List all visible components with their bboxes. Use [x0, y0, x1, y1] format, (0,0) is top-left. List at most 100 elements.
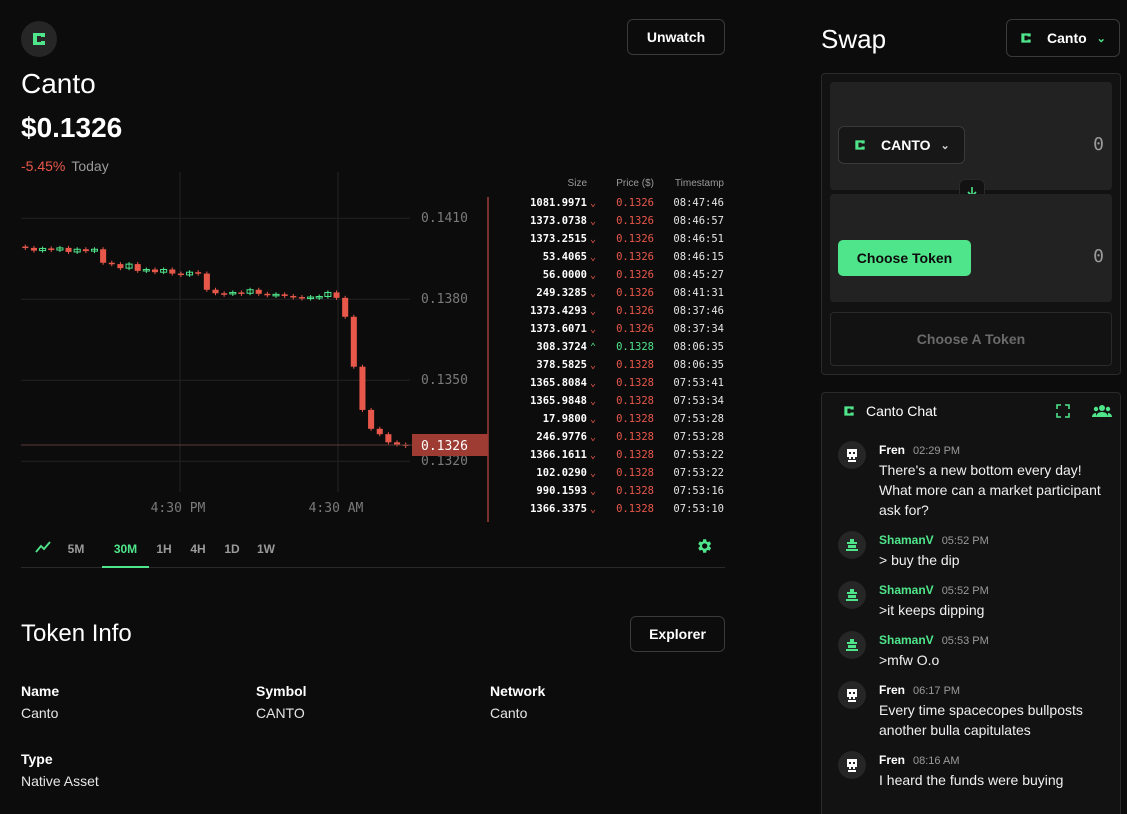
trade-size: 308.3724	[536, 341, 587, 353]
chevron-down-icon: ⌄	[589, 305, 597, 317]
swap-panel: CANTO ⌄ 0 Choose Token 0 Choose A Token	[821, 73, 1121, 375]
choose-token-button[interactable]: Choose Token	[838, 240, 971, 276]
chevron-down-icon: ⌄	[589, 395, 597, 407]
chain-select[interactable]: Canto ⌄	[1006, 19, 1120, 57]
chevron-down-icon: ⌄	[589, 197, 597, 209]
trade-row: 990.1593 ⌄ 0.1328 07:53:16	[490, 482, 730, 500]
explorer-button[interactable]: Explorer	[630, 616, 725, 652]
line-chart-icon[interactable]	[34, 538, 52, 556]
trade-timestamp: 07:53:10	[673, 503, 724, 515]
chat-message-header: Fren 08:16 AM	[879, 753, 960, 767]
skull-icon[interactable]	[838, 681, 866, 709]
trade-size: 1373.2515	[530, 233, 587, 245]
chat-username[interactable]: Fren	[879, 753, 905, 767]
candle	[177, 273, 184, 276]
chat-message-header: Fren 06:17 PM	[879, 683, 960, 697]
timeframe-5m[interactable]: 5M	[61, 538, 91, 560]
candle	[48, 248, 55, 251]
chat-message-header: ShamanV 05:52 PM	[879, 583, 989, 597]
chevron-down-icon: ⌄	[1096, 32, 1106, 45]
chat-username[interactable]: ShamanV	[879, 533, 934, 547]
trade-timestamp: 07:53:16	[673, 485, 724, 497]
timeframe-4h[interactable]: 4H	[187, 538, 209, 560]
trade-row: 1366.3375 ⌄ 0.1328 07:53:10	[490, 500, 730, 518]
chat-message-text: >it keeps dipping	[879, 602, 985, 618]
chevron-down-icon: ⌄	[589, 503, 597, 515]
chat-message-text: > buy the dip	[879, 552, 960, 568]
skull-icon[interactable]	[838, 441, 866, 469]
timestamp-column-header: Timestamp	[674, 178, 724, 189]
trade-price: 0.1326	[616, 215, 654, 227]
settings-gear-icon[interactable]	[695, 537, 713, 555]
totem-icon[interactable]	[838, 581, 866, 609]
candle	[65, 247, 72, 252]
chat-username[interactable]: Fren	[879, 683, 905, 697]
candle	[333, 292, 340, 298]
trade-row: 378.5825 ⌄ 0.1328 08:06:35	[490, 356, 730, 374]
chevron-down-icon: ⌄	[589, 485, 597, 497]
chat-message-text: There's a new bottom every day! What mor…	[879, 462, 1101, 518]
candle	[264, 293, 271, 296]
trade-row: 17.9800 ⌄ 0.1328 07:53:28	[490, 410, 730, 428]
type-label: Type	[21, 751, 53, 767]
timeframe-1d[interactable]: 1D	[221, 538, 243, 560]
expand-icon[interactable]	[1056, 404, 1070, 418]
trade-timestamp: 08:45:27	[673, 269, 724, 281]
candle	[22, 246, 29, 249]
chat-timestamp: 05:52 PM	[941, 535, 989, 547]
skull-icon[interactable]	[838, 751, 866, 779]
candle	[238, 292, 245, 294]
price-chart[interactable]: 0.14100.13800.13500.1320 4:30 PM 4:30 AM …	[0, 172, 490, 527]
trade-timestamp: 08:37:34	[673, 323, 724, 335]
timeframe-30m[interactable]: 30M	[102, 538, 149, 568]
timeframe-1w[interactable]: 1W	[253, 538, 279, 560]
from-token-select[interactable]: CANTO ⌄	[838, 126, 965, 164]
candle	[394, 442, 401, 445]
price-column-header: Price ($)	[616, 178, 654, 189]
from-amount-input[interactable]: 0	[1093, 134, 1104, 155]
network-value: Canto	[490, 705, 528, 721]
chat-message-header: ShamanV 05:53 PM	[879, 633, 989, 647]
trade-timestamp: 08:37:46	[673, 305, 724, 317]
timeframe-bar: 5M 30M 1H 4H 1D 1W	[21, 530, 725, 568]
price-axis-tick: 0.1410	[421, 211, 468, 226]
trade-history: Size Price ($) Timestamp 1081.9971 ⌄ 0.132…	[490, 178, 730, 518]
timeframe-1h[interactable]: 1H	[154, 538, 174, 560]
trade-row: 1373.4293 ⌄ 0.1326 08:37:46	[490, 302, 730, 320]
chat-message-header: ShamanV 05:52 PM	[879, 533, 989, 547]
trade-price: 0.1328	[616, 395, 654, 407]
totem-icon[interactable]	[838, 531, 866, 559]
type-value: Native Asset	[21, 773, 99, 789]
to-amount-input[interactable]: 0	[1093, 246, 1104, 267]
candle	[359, 366, 366, 410]
trade-price: 0.1326	[616, 251, 654, 263]
trade-size: 1081.9971	[530, 197, 587, 209]
chat-username[interactable]: ShamanV	[879, 633, 934, 647]
chat-timestamp: 05:53 PM	[941, 635, 989, 647]
candle	[298, 297, 305, 299]
time-axis-tick: 4:30 PM	[151, 501, 206, 516]
users-icon[interactable]	[1092, 403, 1112, 419]
chevron-down-icon: ⌄	[589, 287, 597, 299]
chevron-down-icon: ⌄	[940, 139, 950, 152]
totem-icon[interactable]	[838, 631, 866, 659]
trade-price: 0.1328	[616, 413, 654, 425]
trade-row: 246.9776 ⌄ 0.1328 07:53:28	[490, 428, 730, 446]
chevron-down-icon: ⌄	[589, 467, 597, 479]
symbol-label: Symbol	[256, 683, 307, 699]
trade-size: 17.9800	[542, 413, 587, 425]
choose-a-token-button[interactable]: Choose A Token	[830, 312, 1112, 366]
chevron-down-icon: ⌄	[589, 251, 597, 263]
candle	[108, 262, 115, 265]
chat-username[interactable]: Fren	[879, 443, 905, 457]
unwatch-button[interactable]: Unwatch	[627, 19, 725, 55]
trade-size: 1365.9848	[530, 395, 587, 407]
token-price: $0.1326	[21, 112, 123, 143]
trade-size: 378.5825	[536, 359, 587, 371]
candle	[376, 428, 383, 435]
trade-timestamp: 08:46:51	[673, 233, 724, 245]
chat-username[interactable]: ShamanV	[879, 583, 934, 597]
chevron-down-icon: ⌄	[589, 413, 597, 425]
candle	[350, 316, 357, 367]
trade-price: 0.1328	[616, 467, 654, 479]
